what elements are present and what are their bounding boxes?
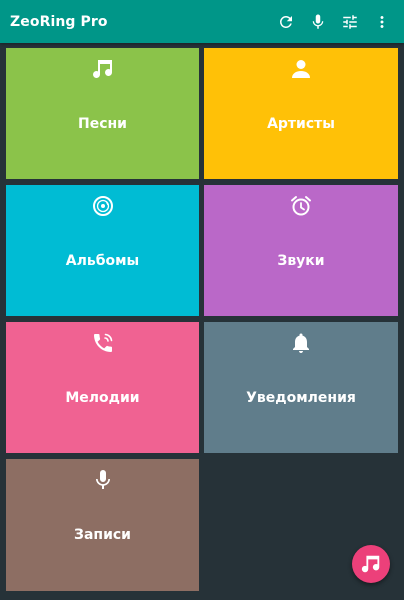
tile-artists-label: Артисты (267, 116, 335, 132)
mic-icon (91, 468, 115, 492)
ringing-phone-icon (91, 331, 115, 355)
bell-icon (289, 331, 313, 355)
filter-settings-button[interactable] (334, 6, 366, 38)
tile-ringtones-label: Мелодии (65, 390, 140, 406)
tile-recordings[interactable]: Записи (6, 459, 199, 591)
tile-artists[interactable]: Артисты (204, 48, 398, 179)
tile-songs[interactable]: Песни (6, 48, 199, 179)
tile-notifications-label: Уведомления (246, 390, 356, 406)
music-player-fab[interactable] (352, 545, 390, 583)
tile-notifications[interactable]: Уведомления (204, 322, 398, 453)
music-note-icon (361, 555, 380, 573)
tile-sounds[interactable]: Звуки (204, 185, 398, 316)
mic-icon (312, 14, 324, 29)
more-vert-icon (380, 15, 384, 28)
refresh-icon (279, 15, 292, 28)
app-screen: ZeoRing Pro Песни Артисты Альбомы Звуки … (0, 0, 404, 600)
voice-search-button[interactable] (302, 6, 334, 38)
toolbar-actions (270, 6, 398, 38)
tile-albums-label: Альбомы (65, 253, 140, 269)
tile-albums[interactable]: Альбомы (6, 185, 199, 316)
tile-sounds-label: Звуки (277, 253, 325, 269)
tile-ringtones[interactable]: Мелодии (6, 322, 199, 453)
tile-songs-label: Песни (78, 116, 127, 132)
refresh-button[interactable] (270, 6, 302, 38)
tune-icon (343, 14, 357, 29)
overflow-menu-button[interactable] (366, 6, 398, 38)
album-icon (91, 194, 115, 218)
app-toolbar: ZeoRing Pro (0, 0, 404, 43)
tile-recordings-label: Записи (74, 527, 131, 543)
alarm-icon (289, 194, 313, 218)
person-icon (289, 57, 313, 81)
app-title: ZeoRing Pro (10, 13, 108, 30)
music-note-icon (91, 57, 115, 81)
